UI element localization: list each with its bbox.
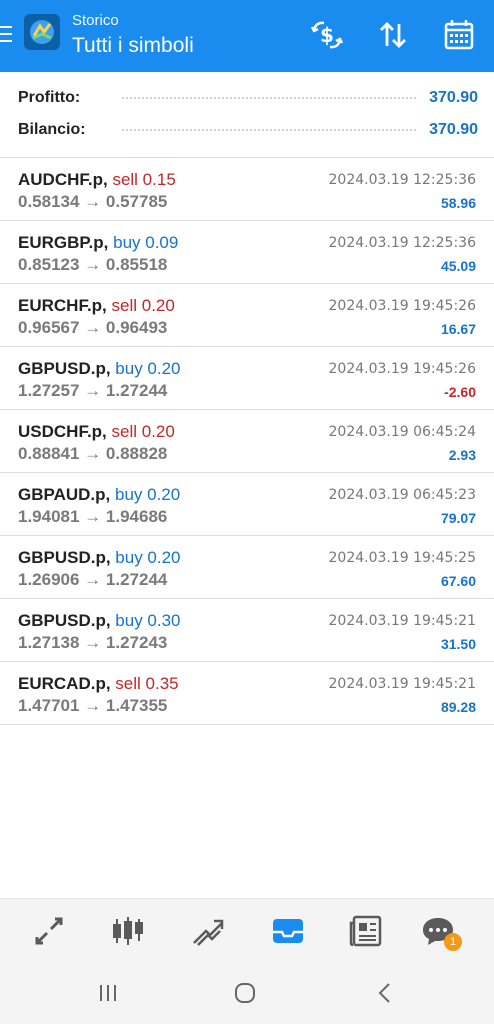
trade-prices: 1.27138 → 1.27243 [18, 633, 168, 652]
trade-side: buy 0.20 [115, 359, 181, 378]
profit-label: Profitto: [18, 89, 81, 106]
trade-time: 2024.03.19 06:45:23 [328, 487, 477, 503]
trade-time: 2024.03.19 06:45:24 [328, 424, 477, 440]
trade-side: sell 0.20 [111, 422, 175, 441]
calendar-icon[interactable] [442, 18, 476, 52]
balance-label: Bilancio: [18, 121, 86, 138]
system-navigation-bar [0, 962, 494, 1024]
trade-side: sell 0.20 [111, 296, 175, 315]
recent-apps-icon[interactable] [93, 978, 123, 1008]
dollar-exchange-icon[interactable]: $ [310, 18, 344, 52]
trade-row[interactable]: EURCHF.p, sell 0.20 0.96567 → 0.96493 20… [0, 284, 494, 347]
trade-profit: 58.96 [440, 195, 476, 211]
trade-side: buy 0.09 [113, 233, 179, 252]
trade-row[interactable]: USDCHF.p, sell 0.20 0.88841 → 0.88828 20… [0, 410, 494, 473]
trade-profit: 45.09 [440, 258, 476, 274]
trade-time: 2024.03.19 19:45:21 [328, 613, 477, 629]
trade-side: sell 0.35 [115, 674, 179, 693]
trade-prices: 0.88841 → 0.88828 [18, 444, 168, 463]
profit-value: 370.90 [429, 89, 478, 106]
trade-symbol: EURGBP.p, [18, 233, 109, 252]
trade-row[interactable]: EURGBP.p, buy 0.09 0.85123 → 0.85518 202… [0, 221, 494, 284]
trade-row[interactable]: GBPUSD.p, buy 0.30 1.27138 → 1.27243 202… [0, 599, 494, 662]
balance-row: Bilancio: 370.90 [18, 118, 478, 142]
dotted-leader [122, 97, 416, 99]
news-icon[interactable] [348, 913, 384, 949]
trade-symbol: EURCHF.p, [18, 296, 107, 315]
trade-prices: 1.94081 → 1.94686 [18, 507, 168, 526]
trade-symbol: GBPUSD.p, [18, 611, 111, 630]
trade-prices: 1.26906 → 1.27244 [18, 570, 168, 589]
trade-symbol: AUDCHF.p, [18, 170, 108, 189]
trade-prices: 0.96567 → 0.96493 [18, 318, 168, 337]
trade-time: 2024.03.19 12:25:36 [328, 235, 477, 251]
trade-time: 2024.03.19 19:45:25 [328, 550, 477, 566]
trade-profit: -2.60 [444, 384, 476, 400]
trade-symbol: GBPUSD.p, [18, 548, 111, 567]
back-icon[interactable] [370, 978, 400, 1008]
trade-symbol: EURCAD.p, [18, 674, 111, 693]
sort-icon[interactable] [376, 18, 410, 52]
header-title: Tutti i simboli [72, 34, 194, 57]
balance-value: 370.90 [429, 121, 478, 138]
trade-profit: 79.07 [440, 510, 476, 526]
chat-icon[interactable]: 1 [420, 913, 462, 951]
menu-icon[interactable] [0, 26, 12, 44]
trade-profit: 31.50 [440, 636, 476, 652]
trade-time: 2024.03.19 12:25:36 [328, 172, 477, 188]
trade-side: buy 0.30 [115, 611, 181, 630]
header-subtitle: Storico [72, 12, 119, 29]
trade-symbol: GBPUSD.p, [18, 359, 111, 378]
trade-profit: 89.28 [440, 699, 476, 715]
trade-time: 2024.03.19 19:45:21 [328, 676, 477, 692]
trade-prices: 0.58134 → 0.57785 [18, 192, 168, 211]
history-inbox-icon[interactable] [270, 913, 306, 949]
home-icon[interactable] [230, 978, 260, 1008]
trade-time: 2024.03.19 19:45:26 [328, 298, 477, 314]
trade-time: 2024.03.19 19:45:26 [328, 361, 477, 377]
trade-symbol: GBPAUD.p, [18, 485, 111, 504]
trade-symbol: USDCHF.p, [18, 422, 107, 441]
trade-row[interactable]: GBPUSD.p, buy 0.20 1.27257 → 1.27244 202… [0, 347, 494, 410]
bottom-navigation: 1 [0, 898, 494, 962]
chart-candles-icon[interactable] [110, 913, 146, 949]
profit-row: Profitto: 370.90 [18, 86, 478, 110]
trade-prices: 1.27257 → 1.27244 [18, 381, 168, 400]
app-header: Storico Tutti i simboli $ [0, 0, 494, 72]
trade-profit: 16.67 [440, 321, 476, 337]
svg-text:$: $ [320, 23, 334, 47]
app-logo-icon [24, 14, 60, 50]
quotes-icon[interactable] [31, 913, 67, 949]
trade-row[interactable]: AUDCHF.p, sell 0.15 0.58134 → 0.57785 20… [0, 158, 494, 221]
trade-row[interactable]: GBPUSD.p, buy 0.20 1.26906 → 1.27244 202… [0, 536, 494, 599]
trade-profit: 2.93 [448, 447, 476, 463]
trade-side: sell 0.15 [112, 170, 176, 189]
dotted-leader [122, 129, 416, 131]
trade-icon[interactable] [190, 913, 226, 949]
trade-prices: 1.47701 → 1.47355 [18, 696, 168, 715]
trade-row[interactable]: EURCAD.p, sell 0.35 1.47701 → 1.47355 20… [0, 662, 494, 725]
summary-panel: Profitto: 370.90 Bilancio: 370.90 [0, 72, 494, 158]
trade-history-list: AUDCHF.p, sell 0.15 0.58134 → 0.57785 20… [0, 158, 494, 725]
trade-profit: 67.60 [440, 573, 476, 589]
trade-side: buy 0.20 [114, 485, 181, 504]
trade-side: buy 0.20 [115, 548, 181, 567]
trade-row[interactable]: GBPAUD.p, buy 0.20 1.94081 → 1.94686 202… [0, 473, 494, 536]
trade-prices: 0.85123 → 0.85518 [18, 255, 168, 274]
chat-badge: 1 [444, 933, 462, 951]
